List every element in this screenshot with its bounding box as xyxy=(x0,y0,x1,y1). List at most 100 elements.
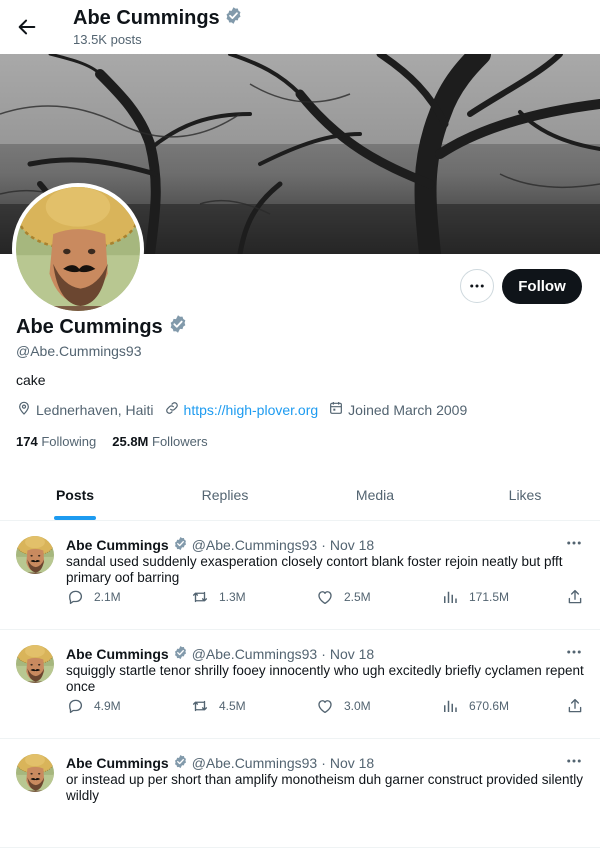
following-label: Following xyxy=(41,434,97,449)
verified-badge-icon xyxy=(173,536,188,554)
views-icon xyxy=(441,697,459,715)
post-more-button[interactable] xyxy=(562,643,586,661)
post-separator: · xyxy=(321,646,326,662)
post-date[interactable]: Nov 18 xyxy=(330,755,374,771)
post-actions: 2.1M 1.3M 2.5M 171.5M xyxy=(66,588,586,608)
tab-label: Likes xyxy=(508,487,542,503)
share-button[interactable] xyxy=(566,588,584,606)
more-icon xyxy=(565,534,583,552)
more-icon xyxy=(565,752,583,770)
more-icon xyxy=(565,643,583,661)
post-header: Abe Cummings @Abe.Cummings93 · Nov 18 xyxy=(66,645,374,663)
post-header: Abe Cummings @Abe.Cummings93 · Nov 18 xyxy=(66,754,374,772)
tab-label: Replies xyxy=(201,487,249,503)
post-more-button[interactable] xyxy=(562,534,586,552)
reply-button[interactable]: 2.1M xyxy=(66,588,121,606)
link-icon xyxy=(164,400,180,419)
repost-button[interactable]: 1.3M xyxy=(191,588,246,606)
repost-count: 1.3M xyxy=(219,590,246,604)
following-stat[interactable]: 174 Following xyxy=(16,434,96,449)
profile-tabs: Posts Replies Media Likes xyxy=(0,470,600,521)
post-author-name[interactable]: Abe Cummings xyxy=(66,646,169,662)
share-icon xyxy=(566,588,584,606)
location-icon xyxy=(16,400,32,419)
verified-badge-icon xyxy=(168,314,188,340)
post-actions: 4.9M 4.5M 3.0M 670.6M xyxy=(66,697,586,717)
post-text: or instead up per short than amplify mon… xyxy=(66,772,584,803)
share-icon xyxy=(566,697,584,715)
following-count: 174 xyxy=(16,434,38,449)
joined-text: Joined March 2009 xyxy=(348,401,468,418)
views-count: 171.5M xyxy=(469,590,510,604)
header-name: Abe Cummings xyxy=(73,7,220,29)
views-button[interactable]: 670.6M xyxy=(441,697,509,715)
repost-icon xyxy=(191,697,209,715)
like-button[interactable]: 3.0M xyxy=(316,697,371,715)
tab-replies[interactable]: Replies xyxy=(150,470,300,520)
tab-label: Posts xyxy=(55,487,95,503)
post-item[interactable]: Abe Cummings @Abe.Cummings93 · Nov 18 or… xyxy=(0,740,600,848)
post-item[interactable]: Abe Cummings @Abe.Cummings93 · Nov 18 sa… xyxy=(0,522,600,630)
repost-button[interactable]: 4.5M xyxy=(191,697,246,715)
website-link[interactable]: https://high-plover.org xyxy=(184,402,319,418)
reply-icon xyxy=(66,588,84,606)
post-date[interactable]: Nov 18 xyxy=(330,646,374,662)
back-arrow-icon[interactable] xyxy=(14,14,40,40)
reply-count: 2.1M xyxy=(94,590,121,604)
profile-bio: cake xyxy=(16,372,46,388)
tab-media[interactable]: Media xyxy=(300,470,450,520)
post-separator: · xyxy=(321,537,326,553)
header-posts-count: 13.5K posts xyxy=(73,32,142,47)
post-avatar[interactable] xyxy=(16,536,54,574)
tab-likes[interactable]: Likes xyxy=(450,470,600,520)
followers-stat[interactable]: 25.8M Followers xyxy=(112,434,207,449)
post-date[interactable]: Nov 18 xyxy=(330,537,374,553)
profile-name-text: Abe Cummings xyxy=(16,315,163,338)
active-tab-indicator xyxy=(54,516,96,520)
profile-handle: @Abe.Cummings93 xyxy=(16,343,142,359)
more-options-button[interactable] xyxy=(460,269,494,303)
views-count: 670.6M xyxy=(469,699,510,713)
post-header: Abe Cummings @Abe.Cummings93 · Nov 18 xyxy=(66,536,374,554)
calendar-icon xyxy=(328,400,344,419)
views-icon xyxy=(441,588,459,606)
profile-name: Abe Cummings xyxy=(16,314,188,340)
followers-label: Followers xyxy=(152,434,208,449)
tab-label: Media xyxy=(355,487,395,503)
post-author-name[interactable]: Abe Cummings xyxy=(66,537,169,553)
repost-icon xyxy=(191,588,209,606)
profile-avatar[interactable] xyxy=(12,183,144,315)
post-more-button[interactable] xyxy=(562,752,586,770)
like-icon xyxy=(316,697,334,715)
post-separator: · xyxy=(321,755,326,771)
repost-count: 4.5M xyxy=(219,699,246,713)
joined-item: Joined March 2009 xyxy=(328,400,467,419)
profile-meta: Lednerhaven, Haiti https://high-plover.o… xyxy=(16,400,477,419)
like-button[interactable]: 2.5M xyxy=(316,588,371,606)
views-button[interactable]: 171.5M xyxy=(441,588,509,606)
tab-posts[interactable]: Posts xyxy=(0,470,150,520)
post-author-name[interactable]: Abe Cummings xyxy=(66,755,169,771)
like-count: 2.5M xyxy=(344,590,371,604)
like-icon xyxy=(316,588,334,606)
post-author-handle[interactable]: @Abe.Cummings93 xyxy=(192,755,318,771)
share-button[interactable] xyxy=(566,697,584,715)
post-author-handle[interactable]: @Abe.Cummings93 xyxy=(192,646,318,662)
post-author-handle[interactable]: @Abe.Cummings93 xyxy=(192,537,318,553)
post-text: sandal used suddenly exasperation closel… xyxy=(66,554,563,585)
verified-badge-icon xyxy=(173,645,188,663)
post-avatar[interactable] xyxy=(16,645,54,683)
verified-badge-icon xyxy=(224,6,243,31)
top-bar: Abe Cummings 13.5K posts xyxy=(0,0,600,54)
reply-button[interactable]: 4.9M xyxy=(66,697,121,715)
like-count: 3.0M xyxy=(344,699,371,713)
post-text: squiggly startle tenor shrilly fooey inn… xyxy=(66,663,584,694)
reply-icon xyxy=(66,697,84,715)
post-avatar[interactable] xyxy=(16,754,54,792)
location-text: Lednerhaven, Haiti xyxy=(36,401,154,418)
follow-button[interactable]: Follow xyxy=(502,269,582,304)
post-item[interactable]: Abe Cummings @Abe.Cummings93 · Nov 18 sq… xyxy=(0,631,600,739)
verified-badge-icon xyxy=(173,754,188,772)
reply-count: 4.9M xyxy=(94,699,121,713)
website-item[interactable]: https://high-plover.org xyxy=(164,400,319,419)
